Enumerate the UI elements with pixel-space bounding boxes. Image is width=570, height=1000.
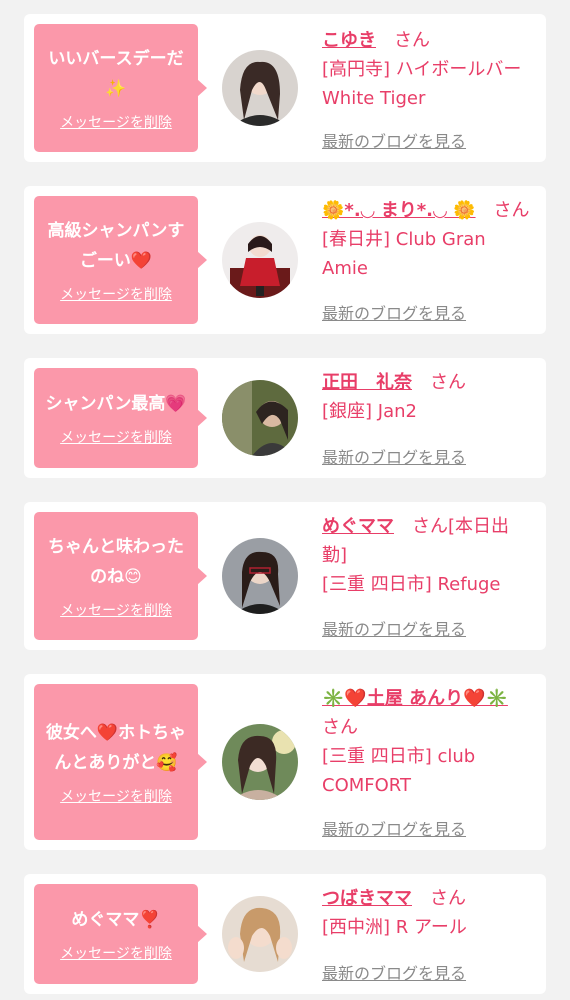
delete-message-link[interactable]: メッセージを削除 <box>60 943 172 963</box>
cast-name-link[interactable]: めぐママ <box>322 516 394 537</box>
latest-blog-link[interactable]: 最新のブログを見る <box>322 444 466 468</box>
message-bubble: ちゃんと味わったのね😊 メッセージを削除 <box>34 512 207 640</box>
honorific: さん <box>430 372 466 393</box>
latest-blog-link[interactable]: 最新のブログを見る <box>322 816 466 840</box>
shop-text: [三重 四日市] Refuge <box>322 574 501 595</box>
latest-blog-link[interactable]: 最新のブログを見る <box>322 128 466 152</box>
message-card: 彼女へ❤️ホトちゃんとありがと🥰 メッセージを削除 ✳️❤️土屋 あんり❤️✳️… <box>24 674 546 850</box>
delete-message-link[interactable]: メッセージを削除 <box>60 112 172 132</box>
delete-message-link[interactable]: メッセージを削除 <box>60 427 172 447</box>
message-card: シャンパン最高💗 メッセージを削除 正田 礼奈 さん [銀座] Jan2 最新の… <box>24 358 546 478</box>
profile-info: ✳️❤️土屋 あんり❤️✳️ さん [三重 四日市] club COMFORT <box>322 684 534 800</box>
profile-info: つばきママ さん [西中洲] R アール <box>322 884 534 942</box>
latest-blog-link[interactable]: 最新のブログを見る <box>322 616 466 640</box>
cast-name-link[interactable]: ✳️❤️土屋 あんり❤️✳️ <box>322 688 508 709</box>
cast-name-link[interactable]: つばきママ <box>322 888 412 909</box>
honorific: さん <box>493 200 530 221</box>
honorific: さん <box>430 888 466 909</box>
honorific: さん <box>322 717 358 738</box>
delete-message-link[interactable]: メッセージを削除 <box>60 284 172 304</box>
message-text: めぐママ❣️ <box>71 910 161 930</box>
message-card: 高級シャンパンすごーい❤️ メッセージを削除 🌼*.◡ まり*.◡ 🌼 さん [… <box>24 186 546 334</box>
shop-text: [銀座] Jan2 <box>322 401 417 422</box>
message-bubble: シャンパン最高💗 メッセージを削除 <box>34 368 207 468</box>
shop-text: [三重 四日市] club COMFORT <box>322 746 476 796</box>
avatar[interactable] <box>222 380 298 456</box>
profile-info: めぐママ さん[本日出勤] [三重 四日市] Refuge <box>322 512 534 599</box>
message-text: シャンパン最高💗 <box>45 394 187 414</box>
honorific: さん <box>412 516 448 537</box>
latest-blog-link[interactable]: 最新のブログを見る <box>322 300 466 324</box>
message-card: いいバースデーだ✨ メッセージを削除 こゆき さん [高円寺] ハイボールバー … <box>24 14 546 162</box>
message-bubble: いいバースデーだ✨ メッセージを削除 <box>34 24 207 152</box>
delete-message-link[interactable]: メッセージを削除 <box>60 786 172 806</box>
shop-text: [西中洲] R アール <box>322 917 467 938</box>
message-card: ちゃんと味わったのね😊 メッセージを削除 めぐママ さん[本日出勤] [三重 四… <box>24 502 546 650</box>
cast-name-link[interactable]: 🌼*.◡ まり*.◡ 🌼 <box>322 200 476 221</box>
latest-blog-link[interactable]: 最新のブログを見る <box>322 960 466 984</box>
cast-name-link[interactable]: 正田 礼奈 <box>322 372 412 393</box>
profile-info: 正田 礼奈 さん [銀座] Jan2 <box>322 368 534 426</box>
avatar[interactable] <box>222 538 298 614</box>
profile-info: こゆき さん [高円寺] ハイボールバー White Tiger <box>322 26 534 113</box>
avatar[interactable] <box>222 896 298 972</box>
profile-info: 🌼*.◡ まり*.◡ 🌼 さん [春日井] Club Gran Amie <box>322 196 534 283</box>
delete-message-link[interactable]: メッセージを削除 <box>60 600 172 620</box>
message-bubble: めぐママ❣️ メッセージを削除 <box>34 884 207 984</box>
message-bubble: 高級シャンパンすごーい❤️ メッセージを削除 <box>34 196 207 324</box>
message-card: めぐママ❣️ メッセージを削除 つばきママ さん [西中洲] R アール 最新の… <box>24 874 546 994</box>
shop-text: [春日井] Club Gran Amie <box>322 229 486 279</box>
message-text: 彼女へ❤️ホトちゃんとありがと🥰 <box>45 723 187 773</box>
message-text: ちゃんと味わったのね😊 <box>48 537 184 587</box>
message-text: 高級シャンパンすごーい❤️ <box>47 221 185 271</box>
shop-text: [高円寺] ハイボールバー White Tiger <box>322 59 522 109</box>
cast-name-link[interactable]: こゆき <box>322 30 376 51</box>
message-bubble: 彼女へ❤️ホトちゃんとありがと🥰 メッセージを削除 <box>34 684 207 840</box>
avatar[interactable] <box>222 50 298 126</box>
honorific: さん <box>394 30 430 51</box>
avatar[interactable] <box>222 724 298 800</box>
avatar[interactable] <box>222 222 298 298</box>
message-text: いいバースデーだ✨ <box>48 49 184 99</box>
